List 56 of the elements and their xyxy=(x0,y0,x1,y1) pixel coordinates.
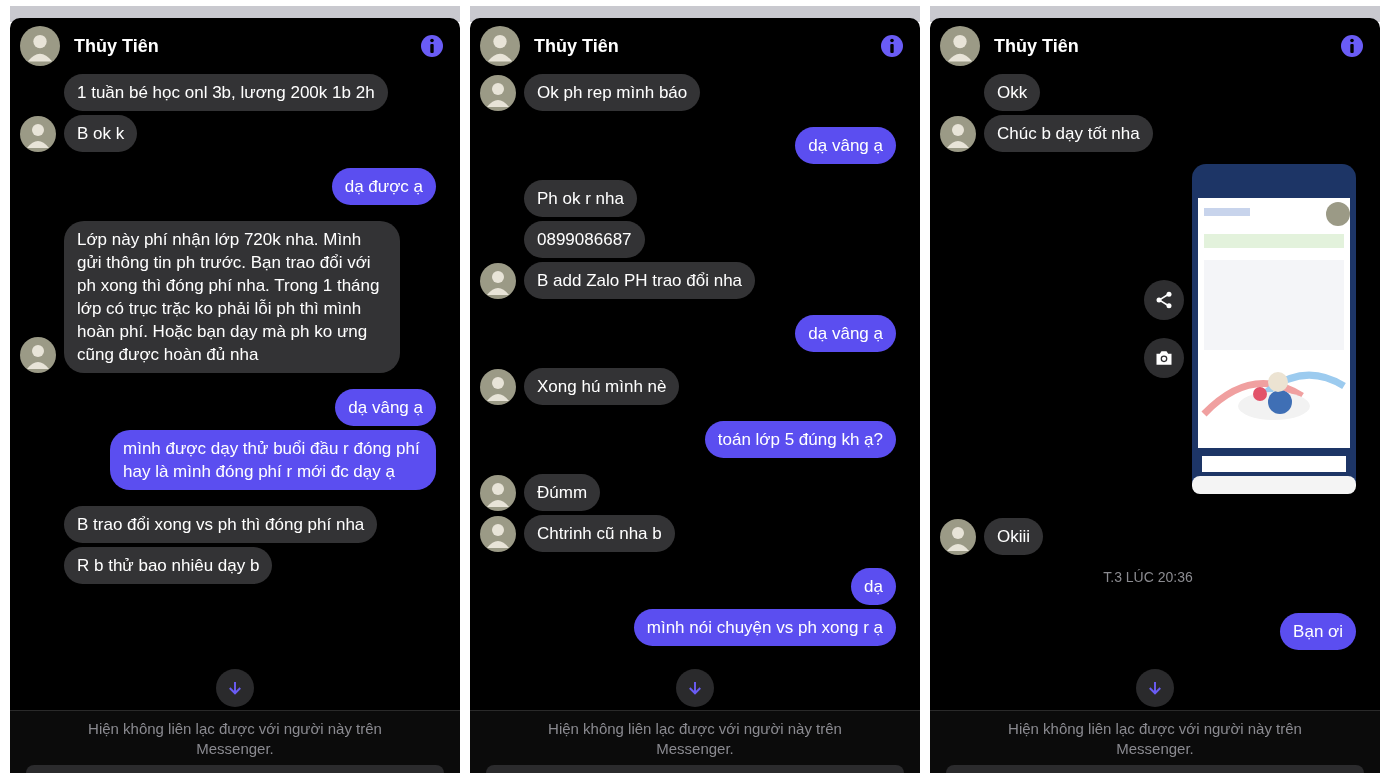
avatar xyxy=(940,519,976,555)
message-bubble: Chtrinh cũ nha b xyxy=(524,515,675,552)
message-bubble: dạ xyxy=(851,568,896,605)
share-button[interactable] xyxy=(1144,280,1184,320)
message-bubble: mình được dạy thử buổi đầu r đóng phí hay là mình đóng phí r mới đc dạy ạ xyxy=(110,430,436,490)
arrow-down-icon xyxy=(226,679,244,697)
scroll-down-button[interactable] xyxy=(676,669,714,707)
message-bubble: B trao đổi xong vs ph thì đóng phí nha xyxy=(64,506,378,543)
avatar xyxy=(940,116,976,152)
message-bubble: Ph ok r nha xyxy=(524,180,637,217)
message-bubble: Okiii xyxy=(984,518,1044,555)
message-bubble: B ok k xyxy=(64,115,138,152)
message-bubble: mình nói chuyện vs ph xong r ạ xyxy=(633,609,896,646)
message-bubble: 0899086687 xyxy=(524,221,645,258)
message-bubble: B add Zalo PH trao đổi nha xyxy=(524,262,756,299)
info-icon[interactable] xyxy=(1340,34,1364,58)
camera-icon xyxy=(1154,348,1174,368)
avatar[interactable] xyxy=(20,26,60,66)
message-bubble: Ok ph rep mình báo xyxy=(524,74,701,111)
message-bubble: dạ vâng ạ xyxy=(335,389,436,426)
avatar[interactable] xyxy=(940,26,980,66)
info-icon[interactable] xyxy=(420,34,444,58)
info-icon[interactable] xyxy=(880,34,904,58)
contact-name[interactable]: Thủy Tiên xyxy=(994,35,1326,57)
timestamp: T.3 LÚC 20:36 xyxy=(1103,569,1193,585)
message-bubble: toán lớp 5 đúng kh ạ? xyxy=(704,421,896,458)
avatar[interactable] xyxy=(480,26,520,66)
message-bubble: Đúmm xyxy=(524,474,601,511)
avatar xyxy=(20,337,56,373)
notice-text: Hiện không liên lạc được với người này trên Messenger. xyxy=(87,719,383,759)
avatar xyxy=(480,475,516,511)
notice-text: Hiện không liên lạc được với người này trên Messenger. xyxy=(1007,719,1303,759)
avatar xyxy=(480,516,516,552)
contact-name[interactable]: Thủy Tiên xyxy=(534,35,866,57)
avatar xyxy=(480,369,516,405)
message-bubble: Chúc b dạy tốt nha xyxy=(984,115,1153,152)
notice-text: Hiện không liên lạc được với người này trên Messenger. xyxy=(547,719,843,759)
message-bubble: Bạn ơi xyxy=(1280,613,1356,650)
avatar xyxy=(20,116,56,152)
arrow-down-icon xyxy=(686,679,704,697)
contact-name[interactable]: Thủy Tiên xyxy=(74,35,406,57)
avatar xyxy=(480,75,516,111)
message-bubble: dạ vâng ạ xyxy=(795,315,896,352)
arrow-down-icon xyxy=(1146,679,1164,697)
camera-button[interactable] xyxy=(1144,338,1184,378)
share-icon xyxy=(1154,290,1174,310)
message-bubble: dạ vâng ạ xyxy=(795,127,896,164)
message-bubble: Xong hú mình nè xyxy=(524,368,680,405)
avatar xyxy=(480,263,516,299)
scroll-down-button[interactable] xyxy=(216,669,254,707)
message-bubble: Lớp này phí nhận lớp 720k nha. Mình gửi thông tin ph trước. Bạn trao đổi với ph xong thì đóng phí nha. Trong 1 tháng lớp có trục trặc ko phải lỗi ph thì mình hoàn phí. Hoặc bạn dạy mà ph ko ưng cũng được hoàn đủ nha xyxy=(64,221,400,373)
scroll-down-button[interactable] xyxy=(1136,669,1174,707)
message-bubble: R b thử bao nhiêu dạy b xyxy=(64,547,273,584)
message-bubble: 1 tuần bé học onl 3b, lương 200k 1b 2h xyxy=(64,74,388,111)
message-bubble: dạ được ạ xyxy=(331,168,436,205)
message-bubble: Okk xyxy=(984,74,1041,111)
